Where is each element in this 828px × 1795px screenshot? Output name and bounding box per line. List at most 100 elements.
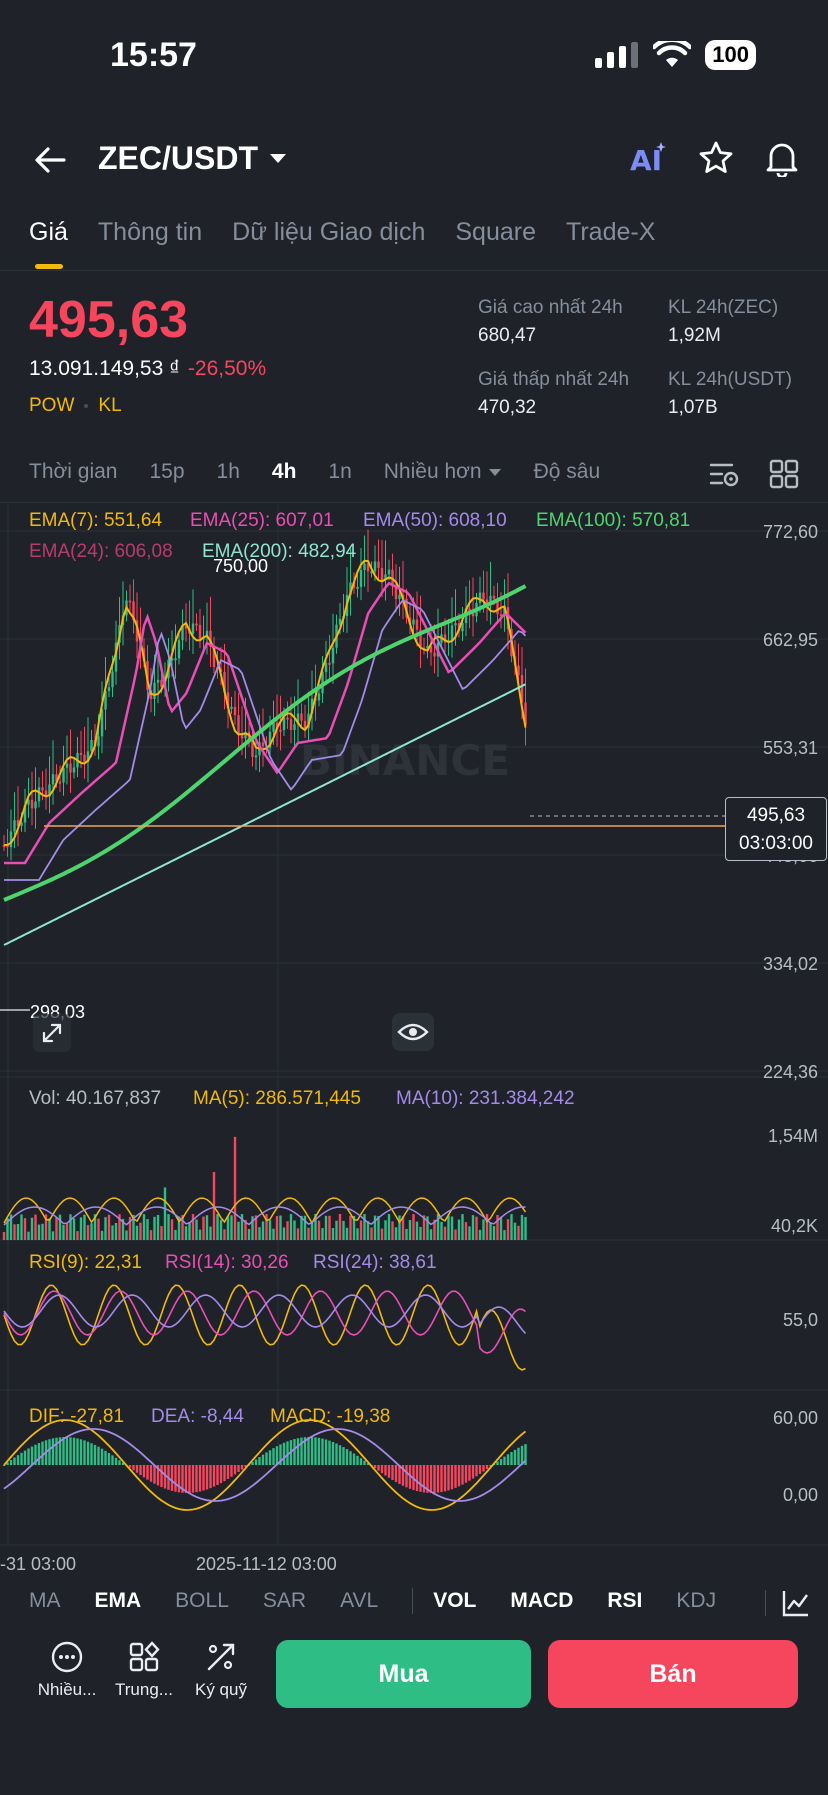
ema50-label: EMA(50): 608,10 xyxy=(363,510,507,531)
volume-bar xyxy=(485,1214,489,1240)
indicator-rsi[interactable]: RSI xyxy=(607,1589,642,1613)
indicator-avl[interactable]: AVL xyxy=(340,1589,378,1613)
macd-histogram-bar xyxy=(174,1465,177,1492)
star-icon[interactable] xyxy=(698,140,734,176)
interval-depth[interactable]: Độ sâu xyxy=(534,460,601,484)
eye-icon[interactable] xyxy=(391,1012,435,1052)
volume-bar xyxy=(139,1222,142,1240)
interval-15m[interactable]: 15p xyxy=(149,460,184,484)
candle-body xyxy=(153,682,156,700)
macd-label: MACD: -19,38 xyxy=(270,1406,391,1427)
bell-icon[interactable] xyxy=(764,139,800,177)
macd-histogram-bar xyxy=(216,1465,219,1485)
main-tabs: Giá Thông tin Dữ liệu Giao dịch Square T… xyxy=(29,218,655,269)
volume-bar xyxy=(55,1217,58,1240)
volume-bar xyxy=(482,1219,485,1240)
macd-histogram-bar xyxy=(100,1448,104,1465)
tab-square[interactable]: Square xyxy=(455,218,536,247)
indicator-sar[interactable]: SAR xyxy=(263,1589,306,1613)
volume-bar xyxy=(335,1220,338,1240)
volume-bar xyxy=(468,1226,471,1240)
tab-trade-x[interactable]: Trade-X xyxy=(566,218,655,247)
bottom-action-bar: Nhiều... Trung... Ký quỹ Mua Bán xyxy=(0,1640,828,1720)
candle-body xyxy=(450,625,454,641)
macd-histogram-bar xyxy=(373,1465,377,1469)
macd-histogram-bar xyxy=(170,1465,174,1491)
volume-bar xyxy=(72,1218,76,1240)
volume-bar xyxy=(258,1227,261,1240)
volume-bar xyxy=(408,1220,412,1240)
indicator-ma[interactable]: MA xyxy=(29,1589,61,1613)
macd-histogram-bar xyxy=(517,1447,520,1465)
tab-trading-data[interactable]: Dữ liệu Giao dịch xyxy=(232,218,425,247)
volume-bar xyxy=(496,1214,499,1240)
macd-histogram-bar xyxy=(485,1465,489,1470)
indicator-ema[interactable]: EMA xyxy=(95,1589,142,1613)
volume-bar xyxy=(317,1220,321,1240)
vol-coin-value: 1,92M xyxy=(668,325,721,346)
candle-body xyxy=(237,715,240,735)
indicator-kdj[interactable]: KDJ xyxy=(676,1589,716,1613)
volume-bar xyxy=(247,1228,251,1240)
interval-4h[interactable]: 4h xyxy=(272,460,297,484)
volume-bar xyxy=(135,1225,139,1240)
expand-icon[interactable] xyxy=(32,1013,72,1053)
macd-histogram-bar xyxy=(69,1437,72,1465)
ai-icon[interactable]: AI xyxy=(628,138,668,178)
grid-layout-icon[interactable] xyxy=(768,458,800,490)
volume-bar xyxy=(286,1221,289,1240)
volume-bar xyxy=(384,1220,387,1240)
markets-button[interactable]: Trung... xyxy=(104,1640,184,1700)
chart-top-divider xyxy=(0,502,828,503)
more-dots-icon xyxy=(51,1641,83,1673)
indicator-boll[interactable]: BOLL xyxy=(175,1589,229,1613)
macd-histogram-bar xyxy=(233,1465,237,1475)
candle-body xyxy=(69,763,72,773)
chart-settings-icon[interactable] xyxy=(708,458,740,490)
macd-histogram-bar xyxy=(111,1455,114,1465)
last-price: 495,63 xyxy=(29,291,189,349)
tag-pow[interactable]: POW xyxy=(29,395,74,417)
volume-bar xyxy=(457,1219,461,1240)
macd-histogram-bar xyxy=(72,1437,76,1465)
macd-histogram-bar xyxy=(223,1465,226,1482)
macd-histogram-bar xyxy=(23,1450,27,1465)
candle-body xyxy=(37,787,41,802)
candle-body xyxy=(387,569,391,575)
more-button[interactable]: Nhiều... xyxy=(27,1640,107,1700)
indicator-vol[interactable]: VOL xyxy=(433,1589,476,1613)
sell-button[interactable]: Bán xyxy=(548,1640,798,1708)
header: ZEC/USDT AI xyxy=(0,130,828,190)
macd-histogram-bar xyxy=(209,1465,212,1489)
candle-body xyxy=(177,640,181,659)
indicator-separator xyxy=(412,1588,414,1614)
status-time: 15:57 xyxy=(110,36,197,74)
candle-body xyxy=(233,706,237,716)
interval-more[interactable]: Nhiều hơn xyxy=(384,460,502,484)
candle-body xyxy=(58,781,62,784)
candle-body xyxy=(433,652,436,657)
tab-price[interactable]: Giá xyxy=(29,218,68,269)
indicator-macd[interactable]: MACD xyxy=(510,1589,573,1613)
pair-selector[interactable]: ZEC/USDT xyxy=(98,140,288,177)
buy-button[interactable]: Mua xyxy=(276,1640,531,1708)
macd-histogram-bar xyxy=(265,1452,268,1465)
back-arrow-icon[interactable] xyxy=(30,140,70,180)
macd-histogram-bar xyxy=(153,1465,156,1484)
volume-bar xyxy=(282,1227,286,1240)
macd-histogram-bar xyxy=(93,1444,97,1465)
macd-histogram-bar xyxy=(268,1450,272,1465)
interval-time[interactable]: Thời gian xyxy=(29,460,117,484)
candle-body xyxy=(324,662,328,672)
volume-bar xyxy=(461,1214,464,1240)
margin-button[interactable]: Ký quỹ xyxy=(181,1640,261,1700)
volume-bar xyxy=(342,1220,345,1240)
interval-1h[interactable]: 1h xyxy=(217,460,240,484)
interval-1d[interactable]: 1n xyxy=(328,460,351,484)
tag-kl[interactable]: KL xyxy=(98,395,121,417)
indicator-chart-icon[interactable] xyxy=(781,1588,811,1618)
macd-histogram-bar xyxy=(384,1465,387,1476)
volume-bar xyxy=(230,1215,233,1240)
tab-info[interactable]: Thông tin xyxy=(98,218,202,247)
status-icons: 100 xyxy=(595,40,756,70)
